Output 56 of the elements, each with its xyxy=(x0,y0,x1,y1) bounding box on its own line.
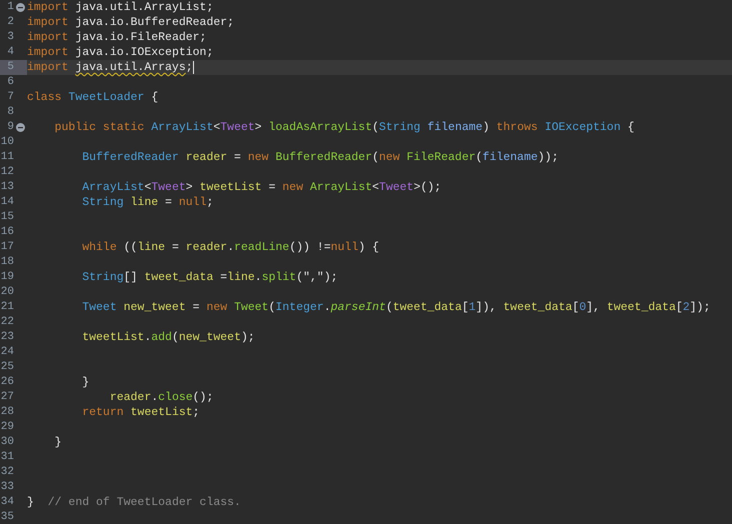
line-number: 10 xyxy=(0,135,14,150)
line-number: 7 xyxy=(6,90,14,105)
line-number: 2 xyxy=(6,15,14,30)
code-line: import java.io.FileReader; xyxy=(27,30,206,45)
code-line: } xyxy=(81,375,90,390)
line-number: 32 xyxy=(0,465,14,480)
line-number: 17 xyxy=(0,240,14,255)
line-number: 25 xyxy=(0,360,14,375)
line-number: 12 xyxy=(0,165,14,180)
line-number: 15 xyxy=(0,210,14,225)
line-number: 27 xyxy=(0,390,14,405)
code-line: Tweet new_tweet = new Tweet(Integer.parseInt(tweet_data[1]), tweet_data[0], tweet_data[2]); xyxy=(81,300,710,315)
code-line: return tweetList; xyxy=(81,405,200,420)
line-number: 22 xyxy=(0,315,14,330)
line-number: 1 xyxy=(6,0,14,15)
line-number: 35 xyxy=(0,510,14,524)
line-number: 13 xyxy=(0,180,14,195)
code-line: String line = null; xyxy=(81,195,214,210)
line-number: 5 xyxy=(6,60,14,75)
line-number: 9 xyxy=(6,120,14,135)
line-number: 28 xyxy=(0,405,14,420)
line-number: 26 xyxy=(0,375,14,390)
line-number: 24 xyxy=(0,345,14,360)
code-line: } xyxy=(54,435,62,450)
line-number: 34 xyxy=(0,495,14,510)
line-number: 8 xyxy=(6,105,14,120)
collapse-icon[interactable] xyxy=(16,3,25,12)
code-line: public static ArrayList<Tweet> loadAsArrayList(String filename) throws IOException { xyxy=(54,120,634,135)
code-line: BufferedReader reader = new BufferedReader(new FileReader(filename)); xyxy=(81,150,558,165)
line-number: 18 xyxy=(0,255,14,270)
code-line: import java.io.IOException; xyxy=(27,45,214,60)
line-number: 16 xyxy=(0,225,14,240)
line-number: 14 xyxy=(0,195,14,210)
line-number: 19 xyxy=(0,270,14,285)
code-line: } // end of TweetLoader class. xyxy=(27,495,241,510)
code-line: tweetList.add(new_tweet); xyxy=(81,330,255,345)
code-line: ArrayList<Tweet> tweetList = new ArrayList<Tweet>(); xyxy=(81,180,442,195)
code-line: String[] tweet_data =line.split(","); xyxy=(81,270,338,285)
code-line: import java.io.BufferedReader; xyxy=(27,15,234,30)
code-line: class TweetLoader { xyxy=(27,90,158,105)
collapse-icon[interactable] xyxy=(16,123,25,132)
line-number: 23 xyxy=(0,330,14,345)
line-number: 33 xyxy=(0,480,14,495)
code-line: import java.util.Arrays; xyxy=(27,60,194,75)
code-line: import java.util.ArrayList; xyxy=(27,0,214,15)
line-number: 4 xyxy=(6,45,14,60)
line-number: 31 xyxy=(0,450,14,465)
line-number: 29 xyxy=(0,420,14,435)
line-number: 6 xyxy=(6,75,14,90)
code-line: reader.close(); xyxy=(108,390,214,405)
code-line: while ((line = reader.readLine()) !=null) { xyxy=(81,240,380,255)
line-number: 20 xyxy=(0,285,14,300)
line-number: 30 xyxy=(0,435,14,450)
line-number: 21 xyxy=(0,300,14,315)
line-number: 3 xyxy=(6,30,14,45)
line-number: 11 xyxy=(0,150,14,165)
